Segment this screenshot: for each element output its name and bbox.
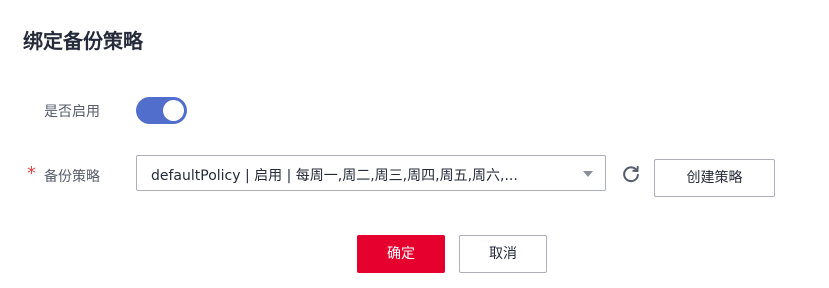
switch-knob bbox=[163, 100, 184, 121]
enable-switch[interactable] bbox=[136, 97, 187, 124]
confirm-button[interactable]: 确定 bbox=[357, 235, 445, 273]
bind-backup-policy-dialog: 绑定备份策略 是否启用 * 备份策略 defaultPolicy | 启用 | … bbox=[0, 0, 829, 288]
policy-select-value: defaultPolicy | 启用 | 每周一,周二,周三,周四,周五,周六,… bbox=[151, 168, 518, 184]
cancel-button[interactable]: 取消 bbox=[459, 235, 547, 273]
policy-label: 备份策略 bbox=[44, 169, 100, 185]
required-mark: * bbox=[27, 163, 36, 184]
chevron-down-icon bbox=[583, 171, 593, 177]
refresh-icon[interactable] bbox=[620, 163, 642, 185]
policy-select[interactable]: defaultPolicy | 启用 | 每周一,周二,周三,周四,周五,周六,… bbox=[136, 155, 606, 191]
enable-label: 是否启用 bbox=[44, 104, 100, 120]
dialog-title: 绑定备份策略 bbox=[23, 29, 143, 53]
create-policy-button[interactable]: 创建策略 bbox=[654, 159, 775, 197]
